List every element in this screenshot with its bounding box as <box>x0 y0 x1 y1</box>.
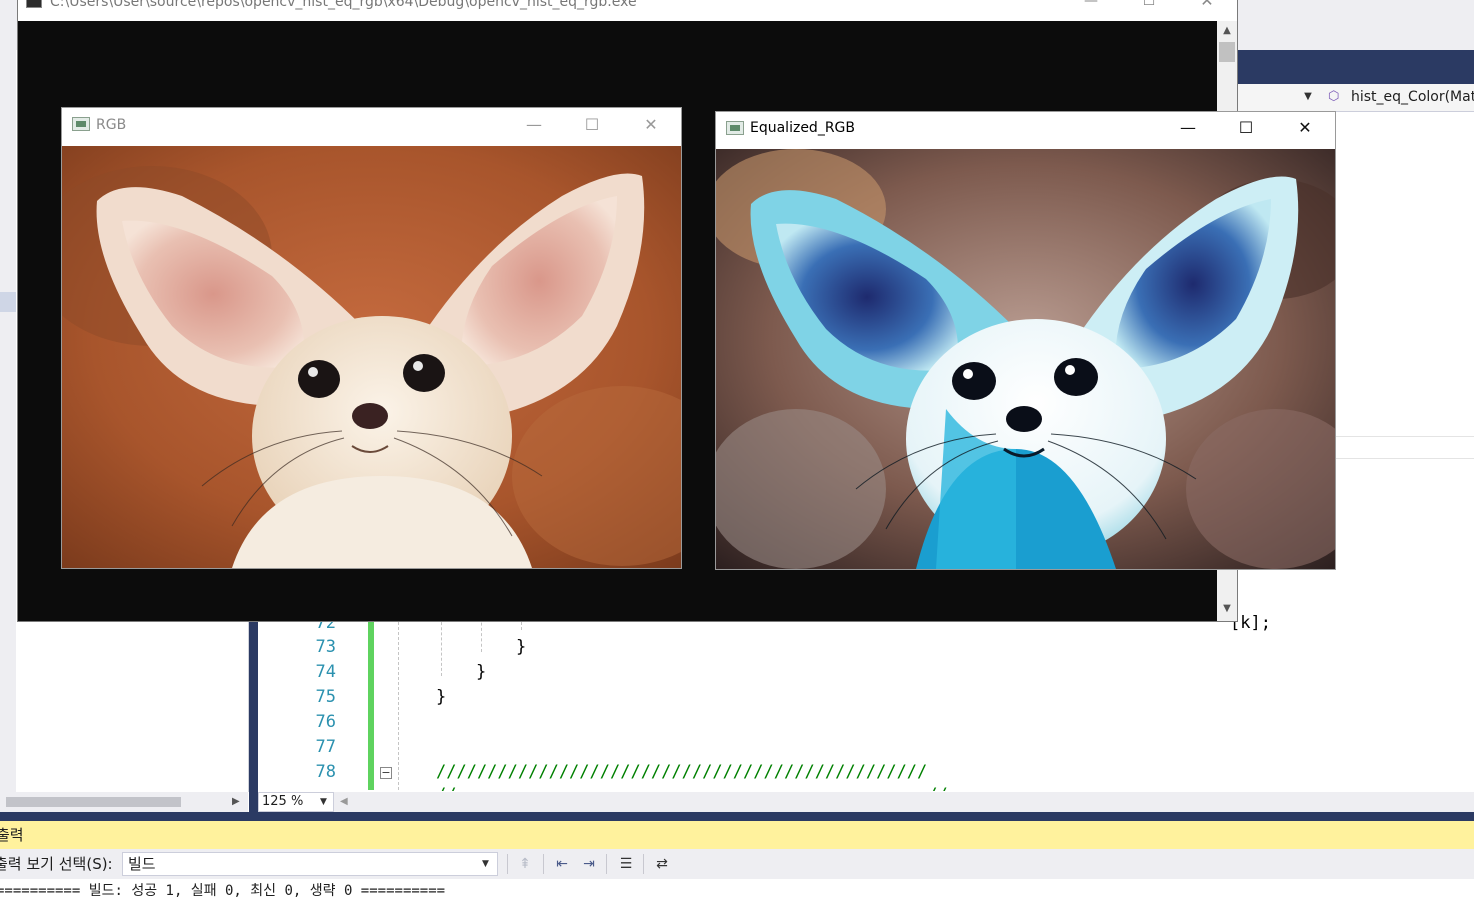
line-number: 78 <box>315 762 336 782</box>
chevron-down-icon[interactable]: ▼ <box>1300 89 1316 105</box>
build-result-text: ========== 빌드: 성공 1, 실패 0, 최신 0, 생략 0 ==… <box>0 883 446 899</box>
window-title: RGB <box>96 117 127 133</box>
line-number: 73 <box>315 637 336 657</box>
line-number: 76 <box>315 712 336 732</box>
maximize-button[interactable]: ☐ <box>577 113 607 137</box>
code-comment-line[interactable]: // // <box>436 783 948 791</box>
scroll-down-icon[interactable]: ▼ <box>1217 600 1237 618</box>
change-tracking-bar <box>368 612 374 790</box>
code-line-74[interactable]: } <box>476 660 486 685</box>
code-line-75[interactable]: } <box>436 685 446 710</box>
output-source-value: 빌드 <box>128 855 156 873</box>
chevron-down-icon[interactable]: ▼ <box>482 853 489 875</box>
close-button[interactable]: ✕ <box>1290 116 1320 140</box>
editor-status-strip <box>258 792 1474 812</box>
scroll-up-icon[interactable]: ▲ <box>1217 22 1237 40</box>
toolbar-separator <box>507 854 508 874</box>
toolbar-separator <box>606 854 607 874</box>
line-number: 75 <box>315 687 336 707</box>
chevron-down-icon[interactable]: ▼ <box>320 793 327 811</box>
close-button[interactable]: ✕ <box>636 113 666 137</box>
window-title: Equalized_RGB <box>750 120 855 136</box>
selected-tree-row[interactable] <box>0 292 16 312</box>
vs-document-tab-strip <box>1236 50 1474 84</box>
indent-guide <box>398 612 399 790</box>
maximize-button[interactable]: ☐ <box>1231 116 1261 140</box>
equalized-fennec-fox-photo <box>716 149 1335 569</box>
toolbar-separator <box>643 854 644 874</box>
toolbar-separator <box>543 854 544 874</box>
scrollbar-thumb[interactable] <box>1219 42 1235 62</box>
fennec-fox-photo <box>62 146 681 568</box>
zoom-level: 125 % <box>262 794 304 809</box>
opencv-window-icon <box>72 117 90 131</box>
close-button[interactable]: ✕ <box>1194 0 1220 12</box>
word-wrap-icon[interactable]: ⇄ <box>651 853 673 875</box>
opencv-window-icon <box>726 121 744 135</box>
minimize-button[interactable]: — <box>519 113 549 137</box>
code-line-73[interactable]: } <box>516 635 526 660</box>
line-number: 74 <box>315 662 336 682</box>
output-source-select[interactable] <box>122 852 498 876</box>
scroll-right-icon[interactable]: ▶ <box>232 795 244 809</box>
go-next-icon[interactable]: ⇥ <box>578 853 600 875</box>
find-message-icon[interactable]: ⇞ <box>514 853 536 875</box>
code-comment-line[interactable]: ////////////////////////////////////////… <box>436 760 927 785</box>
clear-all-icon[interactable]: ☰ <box>615 853 637 875</box>
minimize-button[interactable]: — <box>1078 0 1104 12</box>
cube-icon: ⬡ <box>1328 89 1340 104</box>
output-panel-title: 출력 <box>0 826 24 844</box>
minimize-button[interactable]: — <box>1173 116 1203 140</box>
solution-explorer-gutter <box>0 50 16 792</box>
maximize-button[interactable]: ☐ <box>1136 0 1162 12</box>
go-previous-icon[interactable]: ⇤ <box>551 853 573 875</box>
function-dropdown[interactable]: hist_eq_Color(Mat <box>1351 87 1474 107</box>
panel-splitter <box>0 812 1474 821</box>
console-title: C:\Users\User\source\repos\opencv_hist_e… <box>50 0 637 10</box>
output-source-label: 출력 보기 선택(S): <box>0 855 113 873</box>
scroll-left-icon[interactable]: ◀ <box>340 793 348 811</box>
console-app-icon <box>26 0 42 8</box>
line-number: 77 <box>315 737 336 757</box>
collapse-outline-icon[interactable]: − <box>380 767 392 779</box>
output-panel-header <box>0 821 1474 849</box>
scrollbar-thumb[interactable] <box>6 797 181 807</box>
